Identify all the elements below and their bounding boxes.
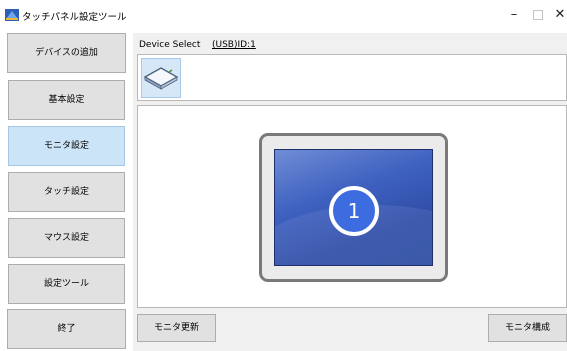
touch-panel-icon xyxy=(143,67,179,90)
sidebar-item-touch-settings[interactable]: タッチ設定 xyxy=(8,172,125,212)
device-select-value[interactable]: (USB)ID:1 xyxy=(212,40,256,50)
monitor-number-badge: 1 xyxy=(329,186,379,236)
sidebar-item-basic-settings[interactable]: 基本設定 xyxy=(8,80,125,120)
sidebar-item-add-device[interactable]: デバイスの追加 xyxy=(7,33,126,73)
monitor-layout-area: 1 xyxy=(137,105,567,308)
close-button[interactable]: ✕ xyxy=(541,4,567,26)
sidebar-item-exit[interactable]: 終了 xyxy=(7,309,126,349)
main-panel: Device Select (USB)ID:1 1 モニタ更新 モニタ構成 xyxy=(133,33,567,351)
sidebar-item-settings-tool[interactable]: 設定ツール xyxy=(8,264,125,304)
device-select-label: Device Select xyxy=(139,40,201,50)
monitor-configuration-button[interactable]: モニタ構成 xyxy=(488,314,567,342)
sidebar-item-monitor-settings[interactable]: モニタ設定 xyxy=(8,126,125,166)
device-list xyxy=(137,54,567,101)
monitor-icon[interactable]: 1 xyxy=(259,133,448,282)
window-title: タッチパネル設定ツール xyxy=(22,12,127,23)
device-thumbnail[interactable] xyxy=(141,58,181,98)
app-icon xyxy=(5,9,19,21)
refresh-monitors-button[interactable]: モニタ更新 xyxy=(137,314,216,342)
sidebar-item-mouse-settings[interactable]: マウス設定 xyxy=(8,218,125,258)
sidebar: デバイスの追加 基本設定 モニタ設定 タッチ設定 マウス設定 設定ツール 終了 xyxy=(7,33,127,349)
title-bar: タッチパネル設定ツール – ✕ xyxy=(0,0,567,32)
monitor-screen: 1 xyxy=(274,149,433,266)
